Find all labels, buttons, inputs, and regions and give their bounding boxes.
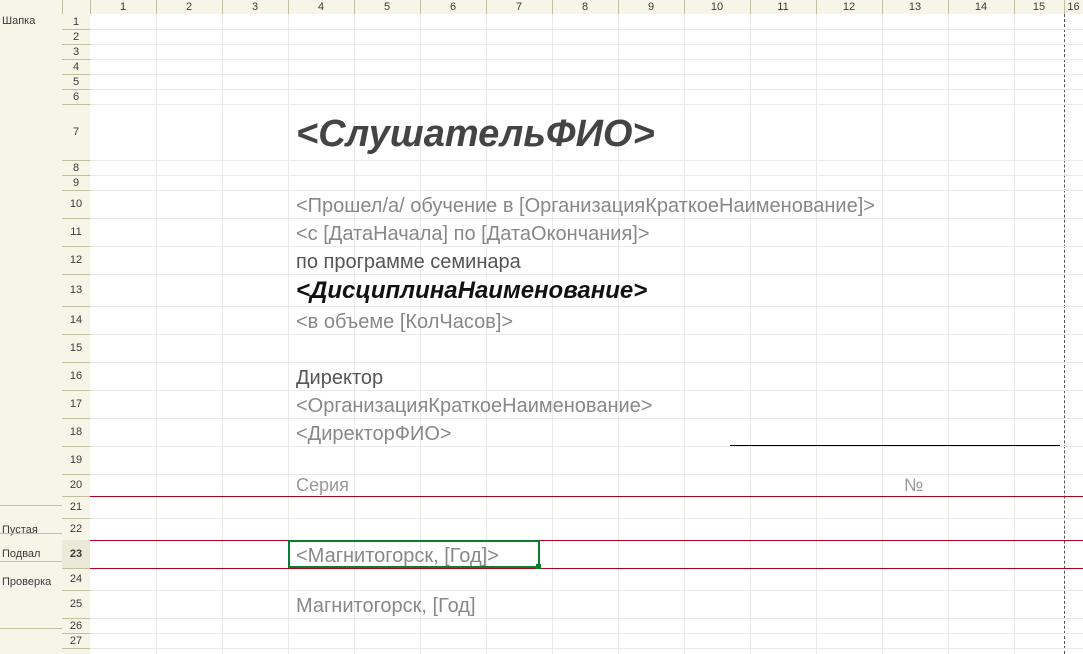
cell-city-year-1[interactable]: <Магнитогорск, [Год]> <box>292 543 503 569</box>
row-header-5[interactable]: 5 <box>62 74 90 90</box>
col-header-12[interactable]: 12 <box>816 0 883 14</box>
row-header-22[interactable]: 22 <box>62 518 90 541</box>
row-header-1[interactable]: 1 <box>62 14 90 30</box>
col-header-6[interactable]: 6 <box>420 0 487 14</box>
row-header-4[interactable]: 4 <box>62 59 90 75</box>
section-empty-label: Пустая <box>2 524 38 536</box>
row-header-20[interactable]: 20 <box>62 474 90 497</box>
cell-org-short-name[interactable]: <ОрганизацияКраткоеНаименование> <box>292 393 656 419</box>
col-header-1[interactable]: 1 <box>90 0 157 14</box>
row-header-26[interactable]: 26 <box>62 618 90 634</box>
col-header-3[interactable]: 3 <box>222 0 289 14</box>
row-header-2[interactable]: 2 <box>62 29 90 45</box>
row-header-27[interactable]: 27 <box>62 633 90 649</box>
rownum-header-corner <box>62 0 91 14</box>
row-number-column: 1 2 3 4 5 6 7 8 9 10 11 12 13 14 15 16 1… <box>62 14 91 654</box>
cell-number-label[interactable]: № <box>900 474 927 498</box>
row-header-24[interactable]: 24 <box>62 568 90 591</box>
section-footer-label: Подвал <box>2 548 40 560</box>
cell-director-label[interactable]: Директор <box>292 365 387 391</box>
row-header-23[interactable]: 23 <box>62 540 90 569</box>
col-header-11[interactable]: 11 <box>750 0 817 14</box>
row-header-11[interactable]: 11 <box>62 218 90 247</box>
col-header-7[interactable]: 7 <box>486 0 553 14</box>
cell-city-year-2[interactable]: Магнитогорск, [Год] <box>292 593 480 619</box>
row-header-10[interactable]: 10 <box>62 190 90 219</box>
signature-line <box>730 445 1060 446</box>
spreadsheet-grid[interactable]: <СлушательФИО> <Прошел/а/ обучение в [Ор… <box>90 14 1083 654</box>
cell-date-range[interactable]: <с [ДатаНачала] по [ДатаОкончания]> <box>292 221 654 247</box>
section-column: Шапка Пустая Подвал Проверка <box>0 14 63 654</box>
col-header-9[interactable]: 9 <box>618 0 685 14</box>
col-header-15[interactable]: 15 <box>1014 0 1065 14</box>
col-header-5[interactable]: 5 <box>354 0 421 14</box>
col-header-16[interactable]: 16 <box>1064 0 1083 14</box>
section-check-label: Проверка <box>2 576 51 588</box>
row-header-17[interactable]: 17 <box>62 390 90 419</box>
row-header-12[interactable]: 12 <box>62 246 90 275</box>
cell-director-fio[interactable]: <ДиректорФИО> <box>292 421 456 447</box>
column-header-row: 1 2 3 4 5 6 7 8 9 10 11 12 13 14 15 16 <box>0 0 1083 15</box>
cell-program-text[interactable]: по программе семинара <box>292 249 525 275</box>
row-header-16[interactable]: 16 <box>62 362 90 391</box>
row-header-6[interactable]: 6 <box>62 89 90 105</box>
section-header-label: Шапка <box>2 15 35 27</box>
cell-hours[interactable]: <в объеме [КолЧасов]> <box>292 309 517 335</box>
row-header-18[interactable]: 18 <box>62 418 90 447</box>
row-header-13[interactable]: 13 <box>62 274 90 307</box>
col-header-14[interactable]: 14 <box>948 0 1015 14</box>
section-header-corner <box>0 0 63 14</box>
col-header-8[interactable]: 8 <box>552 0 619 14</box>
row-header-19[interactable]: 19 <box>62 446 90 475</box>
row-header-25[interactable]: 25 <box>62 590 90 619</box>
col-header-10[interactable]: 10 <box>684 0 751 14</box>
col-header-2[interactable]: 2 <box>156 0 223 14</box>
cell-discipline-name[interactable]: <ДисциплинаНаименование> <box>292 276 651 306</box>
row-header-21[interactable]: 21 <box>62 496 90 519</box>
row-header-9[interactable]: 9 <box>62 175 90 191</box>
row-header-3[interactable]: 3 <box>62 44 90 60</box>
cell-listener-fio[interactable]: <СлушательФИО> <box>292 112 659 158</box>
col-header-4[interactable]: 4 <box>288 0 355 14</box>
col-header-13[interactable]: 13 <box>882 0 949 14</box>
cell-series-label[interactable]: Серия <box>292 474 353 498</box>
cell-passed-training[interactable]: <Прошел/а/ обучение в [ОрганизацияКратко… <box>292 193 879 219</box>
row-header-15[interactable]: 15 <box>62 334 90 363</box>
row-header-8[interactable]: 8 <box>62 160 90 176</box>
row-header-14[interactable]: 14 <box>62 306 90 335</box>
row-header-7[interactable]: 7 <box>62 104 90 161</box>
